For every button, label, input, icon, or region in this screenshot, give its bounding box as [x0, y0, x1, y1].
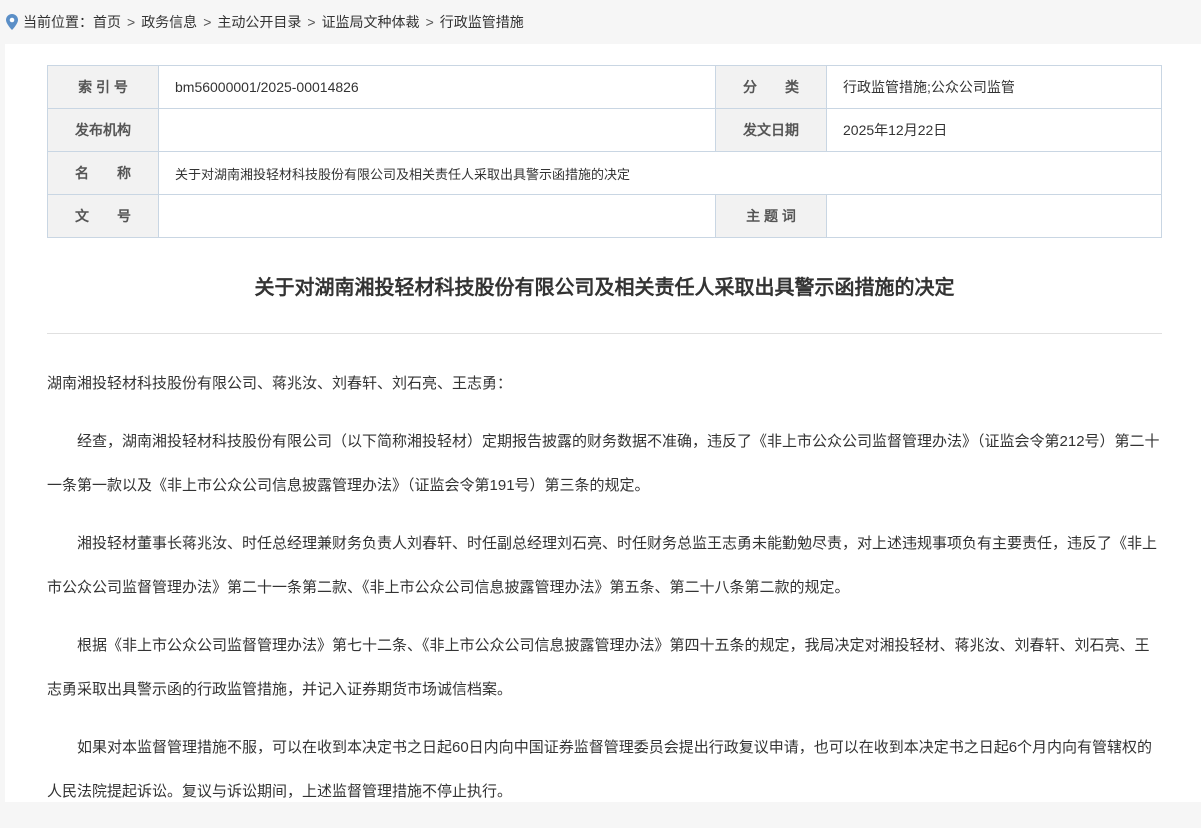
paragraph: 如果对本监督管理措施不服，可以在收到本决定书之日起60日内向中国证券监督管理委员…	[47, 739, 1153, 800]
publisher-value	[158, 108, 716, 152]
index-label: 索 引 号	[47, 65, 159, 109]
paragraph: 经查，湖南湘投轻材科技股份有限公司（以下简称湘投轻材）定期报告披露的财务数据不准…	[47, 433, 1160, 494]
breadcrumb-separator: >	[307, 14, 316, 30]
paragraph: 根据《非上市公众公司监督管理办法》第七十二条、《非上市公众公司信息披露管理办法》…	[47, 637, 1150, 698]
breadcrumb-separator: >	[127, 14, 136, 30]
category-label: 分 类	[715, 65, 827, 109]
table-row: 索 引 号 bm56000001/2025-00014826 分 类 行政监管措…	[47, 65, 1162, 109]
docno-value	[158, 194, 716, 238]
breadcrumb-public-catalog[interactable]: 主动公开目录	[217, 12, 301, 32]
name-value: 关于对湖南湘投轻材科技股份有限公司及相关责任人采取出具警示函措施的决定	[158, 151, 1162, 195]
table-row: 发布机构 发文日期 2025年12月22日	[47, 108, 1162, 152]
category-value: 行政监管措施;公众公司监管	[826, 65, 1162, 109]
index-value: bm56000001/2025-00014826	[158, 65, 716, 109]
breadcrumb-prefix: 当前位置：	[23, 14, 93, 30]
breadcrumb-separator: >	[425, 14, 434, 30]
keywords-label: 主 题 词	[715, 194, 827, 238]
name-label: 名 称	[47, 151, 159, 195]
breadcrumb: 当前位置： 首页 > 政务信息 > 主动公开目录 > 证监局文种体裁 > 行政监…	[0, 0, 1201, 44]
breadcrumb-gov-info[interactable]: 政务信息	[141, 12, 197, 32]
content-panel: 索 引 号 bm56000001/2025-00014826 分 类 行政监管措…	[5, 44, 1201, 802]
paragraph: 湘投轻材董事长蒋兆汝、时任总经理兼财务负责人刘春轩、时任副总经理刘石亮、时任财务…	[47, 535, 1158, 596]
breadcrumb-home[interactable]: 首页	[93, 12, 121, 32]
article-title: 关于对湖南湘投轻材科技股份有限公司及相关责任人采取出具警示函措施的决定	[254, 277, 955, 299]
docno-label: 文 号	[47, 194, 159, 238]
table-row: 文 号 主 题 词	[47, 194, 1162, 238]
date-value: 2025年12月22日	[826, 108, 1162, 152]
date-label: 发文日期	[715, 108, 827, 152]
table-row: 名 称 关于对湖南湘投轻材科技股份有限公司及相关责任人采取出具警示函措施的决定	[47, 151, 1162, 195]
breadcrumb-separator: >	[203, 14, 212, 30]
breadcrumb-admin-measures[interactable]: 行政监管措施	[440, 12, 524, 32]
salutation: 湖南湘投轻材科技股份有限公司、蒋兆汝、刘春轩、刘石亮、王志勇：	[47, 375, 513, 392]
location-pin-icon	[6, 14, 18, 30]
breadcrumb-doc-type[interactable]: 证监局文种体裁	[322, 12, 420, 32]
metadata-table: 索 引 号 bm56000001/2025-00014826 分 类 行政监管措…	[47, 65, 1162, 238]
publisher-label: 发布机构	[47, 108, 159, 152]
divider	[47, 333, 1162, 334]
keywords-value	[826, 194, 1162, 238]
article-body: 湖南湘投轻材科技股份有限公司、蒋兆汝、刘春轩、刘石亮、王志勇： 经查，湖南湘投轻…	[47, 362, 1162, 828]
